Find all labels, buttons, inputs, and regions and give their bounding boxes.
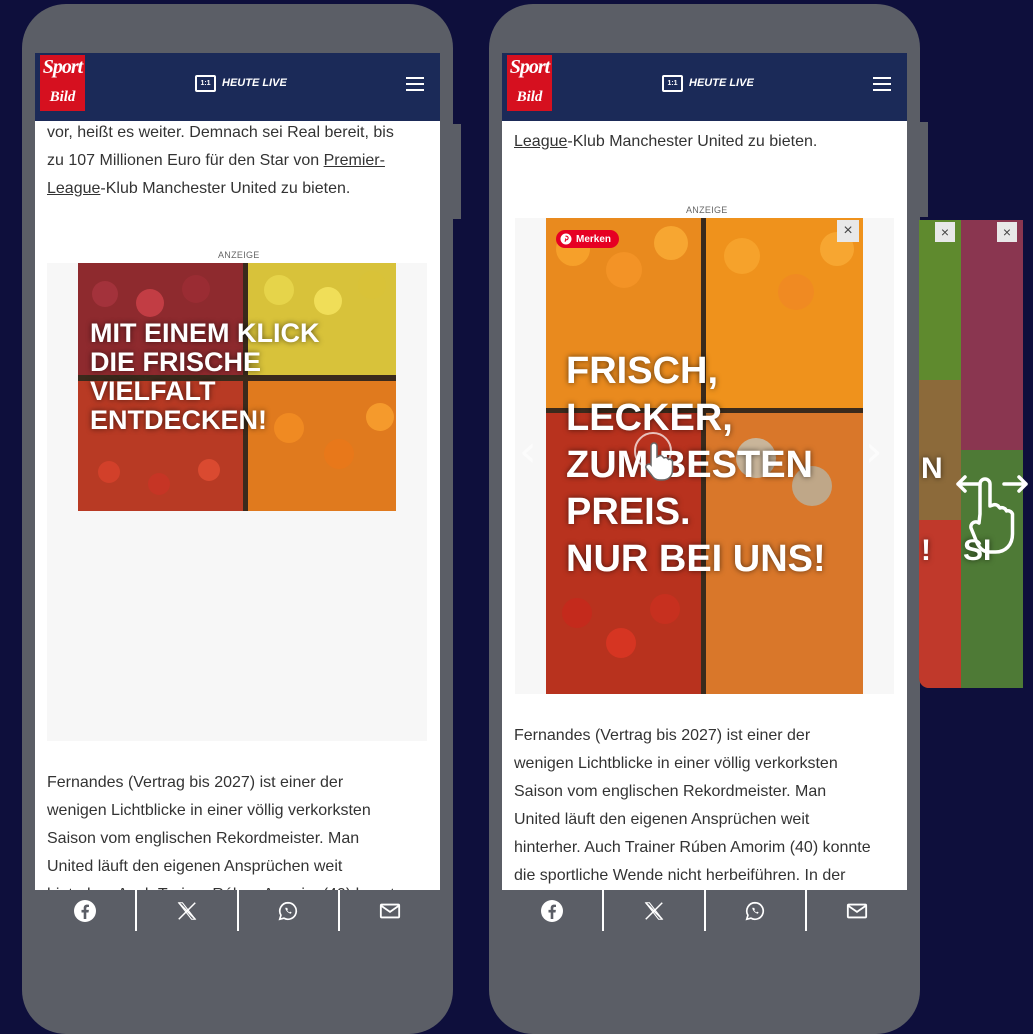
article-line: die sportliche Wende nicht herbeiführen.…: [514, 867, 846, 884]
article-line: zu 107 Millionen Euro für den Star von P…: [47, 152, 385, 169]
article-line: Fernandes (Vertrag bis 2027) ist einer d…: [47, 774, 344, 791]
whatsapp-icon: [278, 901, 298, 920]
phone-side-button: [920, 122, 928, 217]
whatsapp-icon: [745, 901, 765, 920]
peek-close-button-1[interactable]: ×: [935, 222, 955, 242]
heute-live-link[interactable]: 1:1 HEUTE LIVE: [195, 73, 287, 93]
facebook-icon: [540, 899, 563, 922]
pinterest-merken-button[interactable]: Merken: [556, 230, 620, 248]
article-line: hinterher. Auch Trainer Rúben Amorim (40…: [514, 839, 871, 856]
share-whatsapp-button[interactable]: [703, 890, 806, 931]
phone-frame-left: Sport Bild 1:1 HEUTE LIVE vor, heißt es …: [22, 4, 461, 1034]
article-line: United läuft den eigenen Ansprüchen weit: [514, 811, 810, 828]
article-line: Fernandes (Vertrag bis 2027) ist einer d…: [514, 727, 811, 744]
ad-label: ANZEIGE: [218, 250, 260, 260]
swipe-gesture-icon: [956, 475, 1028, 554]
article-line: Saison vom englischen Rekordmeister. Man: [47, 830, 360, 847]
carousel-next-icon[interactable]: ›: [865, 426, 883, 477]
hamburger-menu-icon[interactable]: [873, 77, 891, 91]
article-line: vor, heißt es weiter. Demnach sei Real b…: [47, 124, 394, 141]
logo-line2: Bild: [516, 89, 543, 105]
article-text-top: League-Klub Manchester United zu bieten.: [514, 128, 899, 156]
carousel-card-peek-1[interactable]: N ! ×: [919, 220, 961, 688]
hamburger-menu-icon[interactable]: [406, 77, 424, 91]
calendar-icon: 1:1: [662, 74, 683, 92]
sport-bild-logo[interactable]: Sport Bild: [507, 55, 552, 111]
phone-screen-left[interactable]: Sport Bild 1:1 HEUTE LIVE vor, heißt es …: [35, 53, 440, 931]
heute-live-label: HEUTE LIVE: [222, 77, 287, 89]
article-line: United läuft den eigenen Ansprüchen weit: [47, 858, 343, 875]
heute-live-label: HEUTE LIVE: [689, 77, 754, 89]
phone-frame-right: Sport Bild 1:1 HEUTE LIVE League-Klub Ma…: [489, 4, 928, 1034]
sport-bild-logo[interactable]: Sport Bild: [40, 55, 85, 111]
site-header: Sport Bild 1:1 HEUTE LIVE: [502, 53, 907, 121]
hand-cursor-icon: [645, 442, 674, 481]
share-email-button[interactable]: [338, 890, 440, 931]
share-email-button[interactable]: [805, 890, 907, 931]
ad-image-produce[interactable]: MIT EINEM KLICK DIE FRISCHE VIELFALT ENT…: [78, 263, 396, 511]
share-bar: [502, 890, 907, 931]
ad-close-button[interactable]: ×: [837, 220, 859, 242]
calendar-icon: 1:1: [195, 74, 216, 92]
article-line: wenigen Lichtblicke in einer völlig verk…: [514, 755, 838, 772]
x-icon: [644, 901, 663, 920]
share-x-button[interactable]: [134, 890, 237, 931]
article-text-bottom: Fernandes (Vertrag bis 2027) ist einer d…: [514, 722, 899, 890]
share-whatsapp-button[interactable]: [236, 890, 339, 931]
article-line: wenigen Lichtblicke in einer völlig verk…: [47, 802, 371, 819]
share-facebook-button[interactable]: [35, 890, 135, 931]
article-line: League-Klub Manchester United zu bieten.: [514, 133, 818, 150]
premier-league-link[interactable]: Premier-: [324, 152, 385, 169]
phone-screen-right[interactable]: Sport Bild 1:1 HEUTE LIVE League-Klub Ma…: [502, 53, 907, 931]
logo-line2: Bild: [49, 89, 76, 105]
email-icon: [380, 903, 401, 918]
heute-live-link[interactable]: 1:1 HEUTE LIVE: [662, 73, 754, 93]
article-line: League-Klub Manchester United zu bieten.: [47, 180, 351, 197]
ad-container: MIT EINEM KLICK DIE FRISCHE VIELFALT ENT…: [47, 263, 427, 741]
share-x-button[interactable]: [601, 890, 704, 931]
article-text-top: vor, heißt es weiter. Demnach sei Real b…: [47, 119, 432, 203]
ad-headline: FRISCH, LECKER, ZUM BESTEN PREIS. NUR BE…: [566, 350, 826, 580]
peek-close-button-2[interactable]: ×: [997, 222, 1017, 242]
ad-image-produce[interactable]: Merken FRISCH, LECKER, ZUM BESTEN PREIS.…: [546, 218, 863, 694]
carousel-prev-icon[interactable]: ‹: [519, 426, 537, 477]
share-bar: [35, 890, 440, 931]
article-text-bottom: Fernandes (Vertrag bis 2027) ist einer d…: [47, 769, 432, 909]
premier-league-link[interactable]: League: [514, 133, 567, 150]
x-icon: [177, 901, 196, 920]
pinterest-icon: [560, 233, 572, 245]
article-line: Saison vom englischen Rekordmeister. Man: [514, 783, 827, 800]
phone-side-button: [453, 124, 461, 219]
logo-line1: Sport: [509, 56, 550, 78]
ad-headline: MIT EINEM KLICK DIE FRISCHE VIELFALT ENT…: [90, 318, 320, 435]
facebook-icon: [73, 899, 96, 922]
ad-label: ANZEIGE: [686, 205, 728, 215]
share-facebook-button[interactable]: [502, 890, 602, 931]
carousel-card-peek-2[interactable]: SI ×: [961, 220, 1023, 688]
ad-carousel: Merken FRISCH, LECKER, ZUM BESTEN PREIS.…: [515, 218, 894, 694]
peek-ad-text-1: N !: [921, 452, 943, 567]
premier-league-link[interactable]: League: [47, 180, 100, 197]
logo-line1: Sport: [42, 56, 83, 78]
email-icon: [847, 903, 868, 918]
site-header: Sport Bild 1:1 HEUTE LIVE: [35, 53, 440, 121]
